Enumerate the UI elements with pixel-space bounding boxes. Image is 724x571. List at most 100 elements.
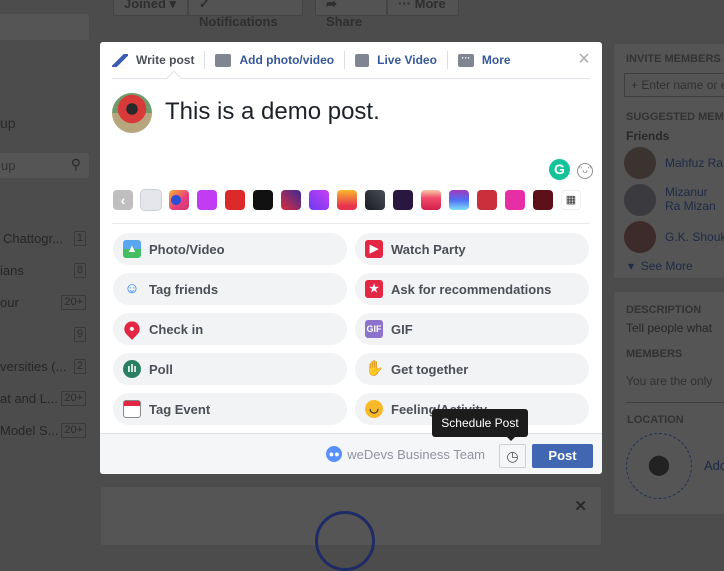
color-swatch[interactable]	[393, 190, 413, 210]
option-ask-recommendations[interactable]: ★ Ask for recommendations	[355, 273, 589, 305]
friend-name[interactable]: G.K. Shouk	[665, 230, 724, 244]
tab-label: Write post	[136, 53, 195, 67]
calendar-icon	[123, 400, 141, 418]
pencil-icon	[112, 53, 128, 67]
tab-label: Add photo/video	[239, 53, 335, 67]
popcorn-icon: ▶	[365, 240, 383, 258]
search-icon[interactable]: ⚲	[71, 156, 81, 173]
option-label: Poll	[149, 361, 173, 377]
group-item[interactable]: at and L... 20+	[0, 391, 86, 406]
color-swatch[interactable]	[337, 190, 357, 210]
option-tag-event[interactable]: Tag Event	[113, 393, 347, 425]
group-item[interactable]: Chattogr... 1	[0, 231, 86, 246]
group-label: at and L...	[0, 391, 58, 406]
share-label: Share	[326, 14, 363, 29]
option-gif[interactable]: GIF GIF	[355, 313, 589, 345]
chevron-left-icon[interactable]: ‹	[113, 190, 133, 210]
color-swatch[interactable]	[140, 189, 162, 211]
tab-add-photo-video[interactable]: Add photo/video	[205, 51, 346, 69]
description-heading: DESCRIPTION	[626, 304, 702, 316]
option-label: GIF	[391, 321, 413, 337]
option-photo-video[interactable]: ▲ Photo/Video	[113, 233, 347, 265]
close-icon[interactable]: ✕	[574, 497, 587, 515]
group-label: ians	[0, 263, 24, 278]
color-swatch[interactable]	[225, 190, 245, 210]
group-item[interactable]: Model S... 20+	[0, 423, 86, 438]
tab-live-video[interactable]: Live Video	[345, 51, 448, 69]
option-check-in[interactable]: ● Check in	[113, 313, 347, 345]
grammarly-icon[interactable]: G	[549, 159, 570, 180]
group-count: 8	[73, 263, 86, 278]
group-count: 1	[73, 231, 86, 246]
more-button[interactable]: ··· More	[387, 0, 459, 16]
color-swatch[interactable]	[477, 190, 497, 210]
color-swatch[interactable]	[533, 190, 553, 210]
group-count: 9	[73, 327, 86, 342]
color-swatch[interactable]	[449, 190, 469, 210]
tab-more[interactable]: ··· More	[448, 51, 521, 69]
schedule-post-button[interactable]: ◷	[499, 444, 526, 468]
friend-name[interactable]: Mizanur Ra Mizan	[665, 185, 724, 213]
share-button[interactable]: ➦ Share	[315, 0, 387, 29]
option-label: Watch Party	[391, 241, 466, 257]
tab-write-post[interactable]: Write post	[112, 51, 206, 69]
group-label: versities (...	[0, 359, 67, 374]
color-swatch[interactable]	[421, 190, 441, 210]
invite-input[interactable]: + Enter name or e	[624, 73, 724, 97]
avatar	[112, 93, 152, 133]
friend-name[interactable]: Mahfuz Ra	[665, 156, 723, 170]
search-placeholder: up	[1, 158, 16, 173]
group-item[interactable]: our 20+	[0, 295, 86, 310]
color-swatch[interactable]	[505, 190, 525, 210]
video-camera-icon	[355, 53, 370, 67]
friend-avatar	[624, 147, 656, 179]
more-label: More	[414, 0, 446, 11]
option-tag-friends[interactable]: ☺ Tag friends	[113, 273, 347, 305]
members-heading: MEMBERS	[626, 348, 683, 360]
color-swatch[interactable]	[197, 190, 217, 210]
camera-icon	[215, 53, 232, 67]
location-pin-icon[interactable]: ⬤	[626, 433, 692, 499]
add-location-link[interactable]: Add	[704, 458, 724, 473]
schedule-post-tooltip: Schedule Post	[432, 409, 528, 441]
photo-icon: ▲	[123, 240, 141, 258]
members-text: You are the only	[626, 374, 713, 388]
background-card: ✕	[100, 486, 602, 571]
notifications-button[interactable]: ✓ Notifications	[188, 0, 303, 29]
more-icon: ···	[457, 53, 474, 67]
audience-selector[interactable]: ●● weDevs Business Team	[326, 446, 485, 462]
group-item[interactable]: versities (... 2	[0, 359, 86, 374]
close-icon[interactable]: ×	[576, 49, 592, 69]
composer-tabs: Write post Add photo/video Live Video ··…	[112, 42, 590, 79]
emoji-icon[interactable]: ᵔᴗᵔ	[577, 163, 593, 179]
group-label: Model S...	[0, 423, 59, 438]
see-more-link[interactable]: ▾ See More	[628, 259, 693, 273]
audience-label: weDevs Business Team	[347, 446, 485, 462]
joined-button[interactable]: Joined ▾	[113, 0, 188, 16]
suggested-heading: SUGGESTED MEM	[626, 111, 724, 123]
post-button[interactable]: Post	[532, 444, 593, 468]
color-swatch[interactable]	[309, 190, 329, 210]
option-poll[interactable]: ılı Poll	[113, 353, 347, 385]
group-item[interactable]: ians 8	[0, 263, 86, 278]
group-label: our	[0, 295, 19, 310]
group-label: Chattogr...	[3, 231, 63, 246]
option-get-together[interactable]: ✋ Get together	[355, 353, 589, 385]
location-heading: LOCATION	[627, 414, 684, 426]
post-text-input[interactable]: This is a demo post.	[165, 98, 380, 126]
color-swatch[interactable]	[281, 190, 301, 210]
recommendation-icon: ★	[365, 280, 383, 298]
clock-icon: ◷	[506, 448, 519, 464]
color-swatch[interactable]	[253, 190, 273, 210]
option-label: Photo/Video	[149, 241, 225, 257]
grid-icon[interactable]: ▦	[561, 190, 581, 210]
color-swatch[interactable]	[169, 190, 189, 210]
left-box	[0, 13, 90, 41]
gif-icon: GIF	[365, 320, 383, 338]
group-count: 20+	[61, 295, 86, 310]
option-watch-party[interactable]: ▶ Watch Party	[355, 233, 589, 265]
description-text[interactable]: Tell people what	[626, 321, 712, 335]
group-search-input[interactable]: up ⚲	[0, 152, 90, 179]
color-swatch[interactable]	[365, 190, 385, 210]
notifications-label: Notifications	[199, 14, 278, 29]
